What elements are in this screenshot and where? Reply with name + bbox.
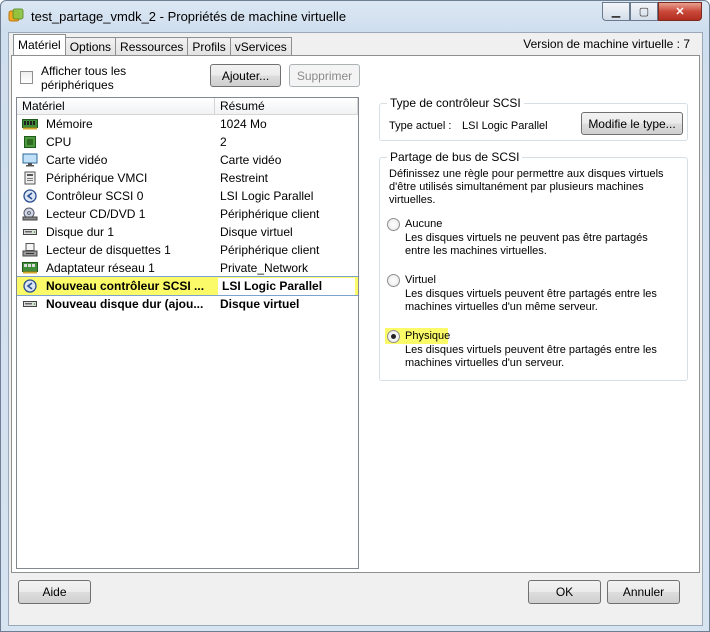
table-row-selected[interactable]: Nouveau contrôleur SCSI ... LSI Logic Par… <box>17 276 358 296</box>
remove-hardware-button[interactable]: Supprimer <box>289 64 360 87</box>
vm-properties-window: test_partage_vmdk_2 - Propriétés de mach… <box>0 0 710 632</box>
table-row[interactable]: Mémoire 1024 Mo <box>17 115 358 133</box>
floppy-drive-icon <box>22 243 38 257</box>
video-card-icon <box>22 153 38 167</box>
close-icon: ✕ <box>675 6 685 18</box>
dialog-client-area: Matériel Options Ressources Profils vSer… <box>8 32 703 626</box>
maximize-icon: ▢ <box>638 6 650 18</box>
scsi-type-group-title: Type de contrôleur SCSI <box>387 96 524 110</box>
cpu-icon <box>22 135 38 149</box>
radio-virtual[interactable] <box>387 274 400 287</box>
hardware-summary: Restreint <box>220 171 269 185</box>
radio-physical-label: Physique <box>405 330 451 342</box>
tab-profils[interactable]: Profils <box>187 37 231 55</box>
tab-materiel[interactable]: Matériel <box>13 34 66 55</box>
close-button[interactable]: ✕ <box>658 2 702 21</box>
ok-button[interactable]: OK <box>528 580 601 604</box>
change-type-button[interactable]: Modifie le type... <box>581 112 683 135</box>
table-row[interactable]: Lecteur CD/DVD 1 Périphérique client <box>17 205 358 223</box>
hard-disk-icon <box>22 297 38 311</box>
radio-none[interactable] <box>387 218 400 231</box>
vsphere-app-icon <box>8 8 24 22</box>
vmci-device-icon <box>22 171 38 185</box>
hardware-name: Adaptateur réseau 1 <box>46 261 155 275</box>
tab-strip: Matériel Options Ressources Profils vSer… <box>13 34 292 55</box>
hardware-name: CPU <box>46 135 72 149</box>
hardware-name: Contrôleur SCSI 0 <box>46 189 144 203</box>
radio-virtual-description: Les disques virtuels peuvent être partag… <box>405 288 657 313</box>
bus-sharing-group-title: Partage de bus de SCSI <box>387 150 523 164</box>
show-all-devices-checkbox[interactable] <box>20 71 33 84</box>
hardware-summary: Disque virtuel <box>220 225 293 239</box>
bus-sharing-description: Définissez une règle pour permettre aux … <box>389 168 664 206</box>
hardware-list-header: Matériel Résumé <box>17 98 358 115</box>
network-adapter-icon <box>22 261 38 275</box>
hardware-name: Lecteur de disquettes 1 <box>46 243 171 257</box>
maximize-button[interactable]: ▢ <box>630 2 658 21</box>
hardware-summary: 2 <box>220 135 227 149</box>
memory-icon <box>22 117 38 131</box>
table-row[interactable]: Carte vidéo Carte vidéo <box>17 151 358 169</box>
hardware-tab-panel: Afficher tous les périphériques Ajouter.… <box>11 55 700 573</box>
hardware-summary: 1024 Mo <box>220 117 267 131</box>
help-button[interactable]: Aide <box>18 580 91 604</box>
hardware-summary: LSI Logic Parallel <box>220 189 314 203</box>
tab-options[interactable]: Options <box>64 37 117 55</box>
hard-disk-icon <box>22 225 38 239</box>
scsi-controller-icon <box>22 189 38 203</box>
minimize-button[interactable]: ▁ <box>602 2 630 21</box>
hardware-name: Carte vidéo <box>46 153 108 167</box>
radio-none-description: Les disques virtuels ne peuvent pas être… <box>405 232 648 257</box>
minimize-icon: ▁ <box>611 6 621 18</box>
scsi-controller-icon <box>22 279 38 293</box>
table-row[interactable]: Lecteur de disquettes 1 Périphérique clie… <box>17 241 358 259</box>
hardware-name: Nouveau contrôleur SCSI ... <box>46 279 205 293</box>
hardware-name: Nouveau disque dur (ajou... <box>46 297 204 311</box>
hardware-summary: LSI Logic Parallel <box>218 277 355 295</box>
tab-ressources[interactable]: Ressources <box>115 37 189 55</box>
hardware-rows: Mémoire 1024 Mo CPU 2 Carte vidéo Carte vidéo… <box>17 115 358 313</box>
title-bar[interactable]: test_partage_vmdk_2 - Propriétés de mach… <box>1 1 709 33</box>
hardware-summary: Private_Network <box>220 261 309 275</box>
column-header-summary[interactable]: Résumé <box>215 98 358 114</box>
radio-physical-description: Les disques virtuels peuvent être partag… <box>405 344 657 369</box>
radio-virtual-label: Virtuel <box>405 274 436 286</box>
cancel-button[interactable]: Annuler <box>607 580 680 604</box>
bus-sharing-group: Partage de bus de SCSI Définissez une rè… <box>379 150 688 381</box>
show-all-devices-label: Afficher tous les périphériques <box>41 64 127 92</box>
hardware-name: Périphérique VMCI <box>46 171 148 185</box>
hardware-summary: Disque virtuel <box>220 297 300 311</box>
current-type-value: LSI Logic Parallel <box>462 120 548 132</box>
table-row[interactable]: Disque dur 1 Disque virtuel <box>17 223 358 241</box>
hardware-summary: Carte vidéo <box>220 153 282 167</box>
current-type-label: Type actuel : <box>389 120 452 132</box>
table-row[interactable]: CPU 2 <box>17 133 358 151</box>
vm-version-label: Version de machine virtuelle : 7 <box>523 37 690 51</box>
scsi-type-group: Type de contrôleur SCSI Type actuel : LS… <box>379 96 688 141</box>
hardware-list: Matériel Résumé Mémoire 1024 Mo CPU 2 Carte … <box>16 97 359 569</box>
tab-vservices[interactable]: vServices <box>229 37 292 55</box>
cd-dvd-drive-icon <box>22 207 38 221</box>
table-row[interactable]: Adaptateur réseau 1 Private_Network <box>17 259 358 277</box>
add-hardware-button[interactable]: Ajouter... <box>210 64 281 87</box>
hardware-name: Mémoire <box>46 117 93 131</box>
radio-none-label: Aucune <box>405 218 443 230</box>
table-row[interactable]: Nouveau disque dur (ajou... Disque virtue… <box>17 295 358 313</box>
hardware-summary: Périphérique client <box>220 243 320 257</box>
window-title: test_partage_vmdk_2 - Propriétés de mach… <box>31 9 347 24</box>
table-row[interactable]: Périphérique VMCI Restreint <box>17 169 358 187</box>
hardware-name: Lecteur CD/DVD 1 <box>46 207 146 221</box>
table-row[interactable]: Contrôleur SCSI 0 LSI Logic Parallel <box>17 187 358 205</box>
hardware-name: Disque dur 1 <box>46 225 115 239</box>
column-header-hardware[interactable]: Matériel <box>17 98 215 114</box>
radio-physical[interactable] <box>387 330 400 343</box>
hardware-summary: Périphérique client <box>220 207 320 221</box>
